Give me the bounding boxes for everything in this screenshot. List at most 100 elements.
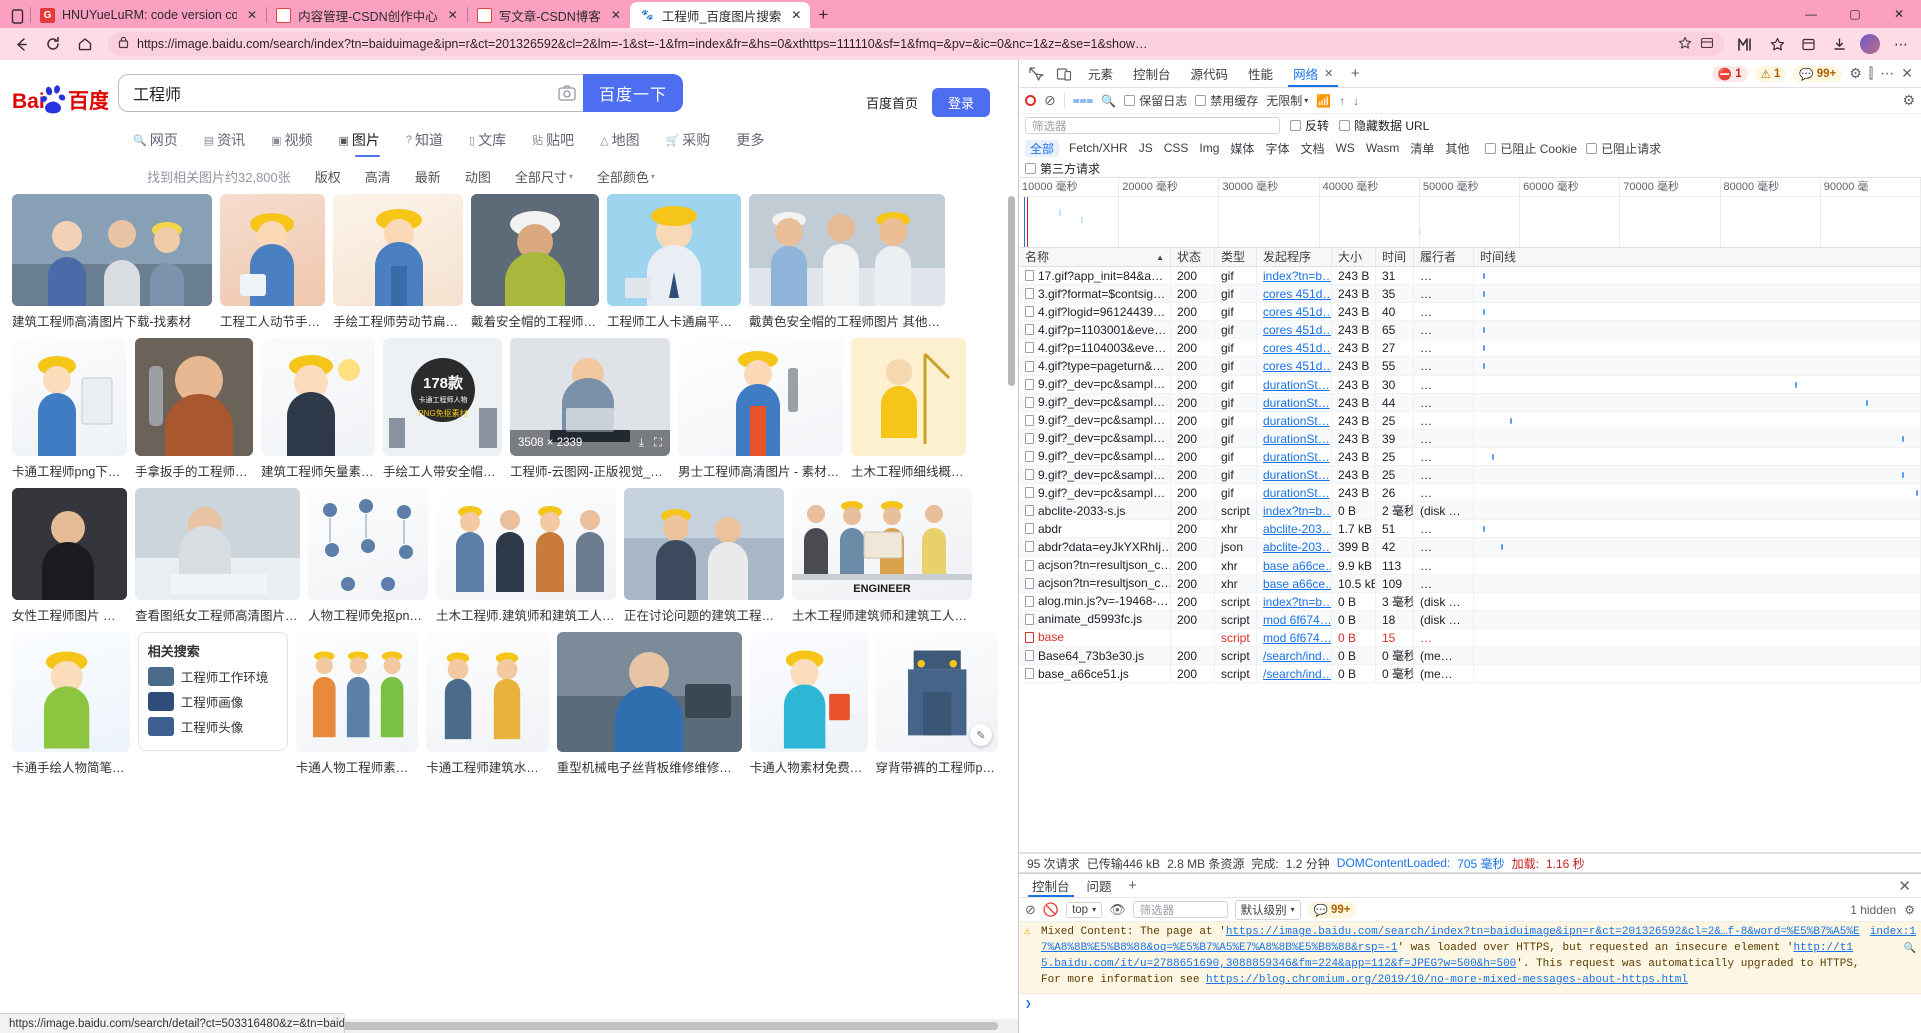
cell-initiator[interactable]: /search/ind… bbox=[1257, 647, 1332, 664]
console-settings-icon[interactable]: ⚙ bbox=[1904, 903, 1915, 917]
image-card[interactable]: 3508 × 2339 ⤓ ⛶ 工程师-云图网-正版视觉_正… bbox=[510, 338, 670, 480]
table-row[interactable]: 4.gif?logid=96124439…200gifcores 451d…24… bbox=[1019, 303, 1921, 321]
browser-tab[interactable]: G HNUYueLuRM: code version con ✕ bbox=[30, 2, 266, 28]
table-row[interactable]: 4.gif?type=pageturn&…200gifcores 451d…24… bbox=[1019, 357, 1921, 375]
image-card[interactable]: 手拿扳手的工程师… bbox=[135, 338, 253, 480]
table-row[interactable]: acjson?tn=resultjson_c…200xhrbase a66ce…… bbox=[1019, 575, 1921, 593]
drawer-tab-console[interactable]: 控制台 bbox=[1025, 875, 1077, 897]
col-size[interactable]: 大小 bbox=[1332, 248, 1376, 266]
image-thumbnail[interactable] bbox=[261, 338, 375, 456]
col-fulfiller[interactable]: 履行者 bbox=[1414, 248, 1474, 266]
browser-tab[interactable]: C 内容管理-CSDN创作中心 ✕ bbox=[266, 2, 467, 28]
collections-icon[interactable] bbox=[1700, 36, 1714, 53]
cell-initiator[interactable]: abclite-203… bbox=[1257, 520, 1332, 537]
cell-initiator[interactable]: cores 451d… bbox=[1257, 285, 1332, 302]
nav-item-purchase[interactable]: 🛒采购 bbox=[666, 130, 711, 157]
image-thumbnail[interactable]: 3508 × 2339 ⤓ ⛶ bbox=[510, 338, 670, 456]
cell-initiator[interactable]: durationSt… bbox=[1257, 448, 1332, 465]
info-badge[interactable]: 💬 99+ bbox=[1793, 66, 1842, 82]
tab-network[interactable]: 网络 ✕ bbox=[1284, 61, 1342, 87]
camera-icon[interactable] bbox=[557, 83, 577, 103]
table-row[interactable]: animate_d5993fc.js200scriptmod 6f674…0 B… bbox=[1019, 611, 1921, 629]
back-icon[interactable] bbox=[6, 30, 36, 58]
browser-tab-active[interactable]: 🐾 工程师_百度图片搜索 ✕ bbox=[630, 2, 811, 28]
image-card[interactable]: 178款卡通工程师人物PNG免抠素材 手绘工人带安全帽… bbox=[383, 338, 502, 480]
image-card[interactable]: 戴着安全帽的工程师人… bbox=[471, 194, 599, 330]
col-time[interactable]: 时间 bbox=[1376, 248, 1414, 266]
image-thumbnail[interactable] bbox=[678, 338, 843, 456]
image-card[interactable]: 建筑工程师矢量素… bbox=[261, 338, 375, 480]
log-level-select[interactable]: 默认级别 ▾ bbox=[1235, 900, 1301, 920]
image-card[interactable]: 戴黄色安全帽的工程师图片 其他人… bbox=[749, 194, 945, 330]
tab-search-icon[interactable] bbox=[4, 4, 30, 28]
col-initiator[interactable]: 发起程序 bbox=[1257, 248, 1332, 266]
table-body[interactable]: 17.gif?app_init=84&a…200gifindex?tn=b…24… bbox=[1019, 267, 1921, 852]
cell-initiator[interactable]: cores 451d… bbox=[1257, 303, 1332, 320]
filter-size[interactable]: 全部尺寸▾ bbox=[515, 167, 573, 186]
image-card[interactable]: ✎ 穿背带裤的工程师p… bbox=[876, 632, 998, 776]
col-waterfall[interactable]: 时间线 bbox=[1474, 248, 1921, 266]
no-entry-icon[interactable]: 🚫 bbox=[1043, 902, 1059, 918]
image-card[interactable]: 工程工人动节手绘人… bbox=[220, 194, 325, 330]
image-card[interactable]: 卡通工程师建筑水… bbox=[426, 632, 548, 776]
window-close-button[interactable]: ✕ bbox=[1877, 0, 1921, 28]
nav-item-news[interactable]: ▤资讯 bbox=[204, 130, 245, 157]
table-row[interactable]: abdr?data=eyJkYXRhIj…200jsonabclite-203…… bbox=[1019, 538, 1921, 556]
image-card[interactable]: 建筑工程师高清图片下载-找素材 bbox=[12, 194, 212, 330]
console-filter-input[interactable]: 筛选器 bbox=[1133, 901, 1228, 918]
table-row[interactable]: acjson?tn=resultjson_c…200xhrbase a66ce…… bbox=[1019, 557, 1921, 575]
image-card[interactable]: 工程师工人卡通扁平… bbox=[607, 194, 741, 330]
table-row[interactable]: 9.gif?_dev=pc&sampl…200gifdurationSt…243… bbox=[1019, 484, 1921, 502]
type-filter-all[interactable]: 全部 bbox=[1025, 140, 1059, 157]
table-row[interactable]: 17.gif?app_init=84&a…200gifindex?tn=b…24… bbox=[1019, 267, 1921, 285]
image-thumbnail[interactable] bbox=[12, 338, 127, 456]
third-party-checkbox[interactable]: 第三方请求 bbox=[1025, 160, 1100, 177]
image-card[interactable]: 卡通工程师png下… bbox=[12, 338, 127, 480]
invert-checkbox[interactable]: 反转 bbox=[1290, 117, 1329, 134]
tab-close-icon[interactable]: ✕ bbox=[244, 8, 260, 22]
console-log-area[interactable]: ⚠ Mixed Content: The page at 'https://im… bbox=[1019, 922, 1921, 1033]
type-filter-js[interactable]: JS bbox=[1138, 141, 1154, 155]
chromium-blog-link[interactable]: https://blog.chromium.org/2019/10/no-mor… bbox=[1206, 974, 1688, 986]
cell-initiator[interactable]: index?tn=b… bbox=[1257, 267, 1332, 284]
filter-animated[interactable]: 动图 bbox=[465, 167, 491, 186]
extension-m-icon[interactable] bbox=[1732, 31, 1760, 57]
nav-item-wenku[interactable]: ▯文库 bbox=[469, 130, 506, 157]
image-card[interactable]: 重型机械电子丝背板维修维修服… bbox=[557, 632, 742, 776]
network-filter-input[interactable]: 筛选器 bbox=[1025, 117, 1280, 134]
type-filter-fetch-xhr[interactable]: Fetch/XHR bbox=[1068, 141, 1129, 155]
table-row[interactable]: 9.gif?_dev=pc&sampl…200gifdurationSt…243… bbox=[1019, 412, 1921, 430]
cell-initiator[interactable]: mod 6f674… bbox=[1257, 611, 1332, 628]
cell-initiator[interactable]: durationSt… bbox=[1257, 430, 1332, 447]
image-thumbnail[interactable] bbox=[12, 632, 130, 752]
tab-close-icon[interactable]: ✕ bbox=[1324, 67, 1333, 80]
preserve-log-checkbox[interactable]: 保留日志 bbox=[1124, 92, 1187, 109]
image-thumbnail[interactable] bbox=[607, 194, 741, 306]
cell-initiator[interactable]: base a66ce… bbox=[1257, 575, 1332, 592]
related-search-item[interactable]: 工程师画像 bbox=[148, 692, 278, 711]
baidu-logo[interactable]: Bai 百度 bbox=[12, 84, 108, 116]
image-thumbnail[interactable] bbox=[624, 488, 784, 600]
error-badge[interactable]: ⛔ 1 bbox=[1712, 66, 1748, 82]
nav-item-zhidao[interactable]: ?知道 bbox=[406, 130, 443, 157]
table-row[interactable]: 9.gif?_dev=pc&sampl…200gifdurationSt…243… bbox=[1019, 430, 1921, 448]
image-thumbnail[interactable] bbox=[557, 632, 742, 752]
browser-settings-icon[interactable]: ⋯ bbox=[1887, 31, 1915, 57]
profile-avatar[interactable] bbox=[1856, 31, 1884, 57]
table-row[interactable]: 4.gif?p=1104003&eve…200gifcores 451d…243… bbox=[1019, 339, 1921, 357]
warning-badge[interactable]: ⚠ 1 bbox=[1755, 66, 1787, 82]
type-filter-other[interactable]: 其他 bbox=[1444, 140, 1470, 157]
star-icon[interactable] bbox=[1678, 36, 1692, 53]
eye-icon[interactable]: 👁 bbox=[1109, 902, 1126, 918]
device-toolbar-icon[interactable] bbox=[1051, 62, 1077, 86]
col-status[interactable]: 状态 bbox=[1171, 248, 1215, 266]
nav-item-video[interactable]: ▣视频 bbox=[271, 130, 312, 157]
maximize-button[interactable]: ▢ bbox=[1833, 0, 1877, 28]
image-thumbnail[interactable] bbox=[220, 194, 325, 306]
col-type[interactable]: 类型 bbox=[1215, 248, 1257, 266]
cell-initiator[interactable]: mod 6f674… bbox=[1257, 629, 1332, 646]
console-prompt[interactable]: ❯ bbox=[1019, 994, 1921, 1014]
related-search-item[interactable]: 工程师头像 bbox=[148, 717, 278, 736]
image-thumbnail[interactable] bbox=[12, 488, 127, 600]
minimize-button[interactable]: — bbox=[1789, 0, 1833, 28]
